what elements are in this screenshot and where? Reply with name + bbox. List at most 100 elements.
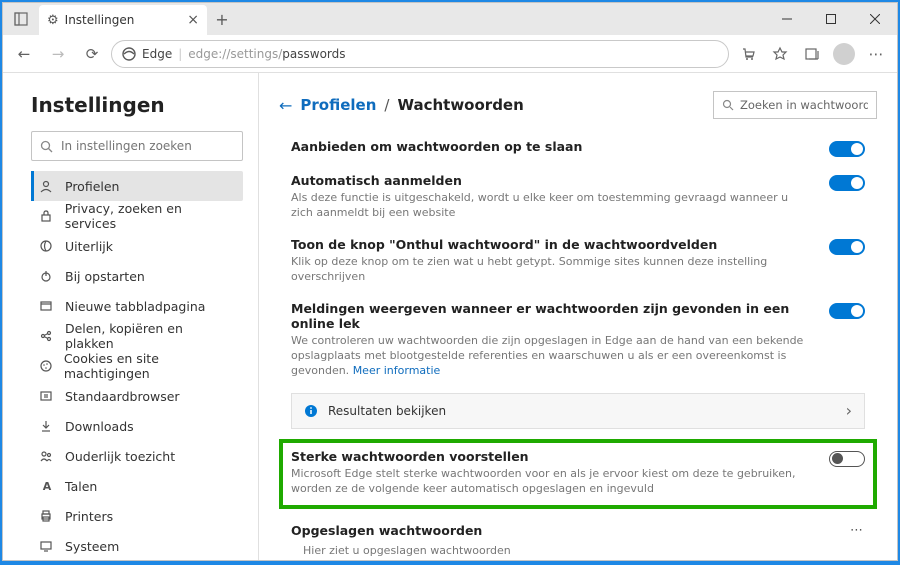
edge-logo-icon bbox=[122, 47, 136, 61]
new-tab-button[interactable]: + bbox=[207, 10, 237, 29]
more-button[interactable]: ⋯ bbox=[850, 523, 865, 538]
setting-reveal-title: Toon de knop "Onthul wachtwoord" in de w… bbox=[291, 237, 809, 252]
sidebar-item-downloads[interactable]: Downloads bbox=[31, 411, 243, 441]
header-search-placeholder: Zoeken in wachtwoorde bbox=[740, 98, 868, 112]
browser-tab[interactable]: ⚙ Instellingen × bbox=[39, 5, 207, 35]
sidebar-item-ouderlijk[interactable]: Ouderlijk toezicht bbox=[31, 441, 243, 471]
download-icon bbox=[39, 419, 55, 433]
sidebar-item-opstarten[interactable]: Bij opstarten bbox=[31, 261, 243, 291]
setting-reveal-desc: Klik op deze knop om te zien wat u hebt … bbox=[291, 254, 809, 285]
newtab-icon bbox=[39, 299, 55, 313]
setting-leak-link[interactable]: Meer informatie bbox=[353, 364, 441, 377]
sidebar-item-uiterlijk[interactable]: Uiterlijk bbox=[31, 231, 243, 261]
sidebar-item-systeem[interactable]: Systeem bbox=[31, 531, 243, 560]
saved-passwords-sub: Hier ziet u opgeslagen wachtwoorden bbox=[279, 542, 877, 560]
sidebar-item-nieuwtab[interactable]: Nieuwe tabbladpagina bbox=[31, 291, 243, 321]
favorites-icon[interactable] bbox=[765, 39, 795, 69]
sidebar-item-standaard[interactable]: Standaardbrowser bbox=[31, 381, 243, 411]
sidebar-item-profielen[interactable]: Profielen bbox=[31, 171, 243, 201]
sidebar-item-label: Profielen bbox=[65, 179, 119, 194]
search-icon bbox=[40, 140, 53, 153]
forward-button: → bbox=[43, 39, 73, 69]
settings-sidebar: Instellingen Profielen Privacy, zoeken e… bbox=[3, 73, 258, 560]
header-search[interactable]: Zoeken in wachtwoorde bbox=[713, 91, 877, 119]
breadcrumb-current: Wachtwoorden bbox=[397, 96, 523, 114]
sidebar-item-label: Uiterlijk bbox=[65, 239, 113, 254]
toggle-strong[interactable] bbox=[829, 451, 865, 467]
address-url-dim: edge://settings/ bbox=[188, 47, 282, 61]
app-menu-icon[interactable] bbox=[3, 12, 39, 26]
sidebar-search[interactable] bbox=[31, 131, 243, 161]
back-button[interactable]: ← bbox=[9, 39, 39, 69]
settings-main: ← Profielen / Wachtwoorden Zoeken in wac… bbox=[259, 73, 897, 560]
sidebar-item-label: Privacy, zoeken en services bbox=[65, 201, 235, 231]
sidebar-item-label: Delen, kopiëren en plakken bbox=[65, 321, 235, 351]
sidebar-item-label: Printers bbox=[65, 509, 113, 524]
lock-icon bbox=[39, 209, 55, 223]
close-window-button[interactable] bbox=[853, 3, 897, 35]
breadcrumb-sep: / bbox=[384, 96, 389, 114]
tab-label: Instellingen bbox=[65, 13, 182, 27]
shopping-icon[interactable] bbox=[733, 39, 763, 69]
sidebar-item-label: Downloads bbox=[65, 419, 134, 434]
sidebar-item-label: Talen bbox=[65, 479, 97, 494]
toolbar: ← → ⟳ Edge | edge://settings/passwords ⋯ bbox=[3, 35, 897, 73]
sidebar-item-printers[interactable]: Printers bbox=[31, 501, 243, 531]
close-tab-icon[interactable]: × bbox=[187, 12, 199, 28]
profile-icon bbox=[39, 179, 55, 193]
app-window: ⚙ Instellingen × + ← → ⟳ Edge | edge://s… bbox=[2, 2, 898, 561]
info-icon bbox=[304, 404, 318, 418]
sidebar-item-label: Standaardbrowser bbox=[65, 389, 180, 404]
collections-icon[interactable] bbox=[797, 39, 827, 69]
sidebar-item-label: Nieuwe tabbladpagina bbox=[65, 299, 205, 314]
printer-icon bbox=[39, 509, 55, 523]
family-icon bbox=[39, 449, 55, 463]
cookie-icon bbox=[39, 359, 54, 373]
profile-avatar[interactable] bbox=[829, 39, 859, 69]
setting-strong-desc: Microsoft Edge stelt sterke wachtwoorden… bbox=[291, 466, 809, 497]
lang-icon: A bbox=[39, 478, 55, 494]
share-icon bbox=[39, 329, 55, 343]
sidebar-title: Instellingen bbox=[31, 93, 243, 117]
sidebar-item-label: Cookies en site machtigingen bbox=[64, 351, 235, 381]
address-url-dark: passwords bbox=[282, 47, 345, 61]
toggle-auto-signin[interactable] bbox=[829, 175, 865, 191]
sidebar-item-delen[interactable]: Delen, kopiëren en plakken bbox=[31, 321, 243, 351]
system-icon bbox=[39, 539, 55, 553]
address-scheme: Edge bbox=[142, 47, 172, 61]
sidebar-item-label: Bij opstarten bbox=[65, 269, 145, 284]
results-bar[interactable]: Resultaten bekijken › bbox=[291, 393, 865, 429]
breadcrumb-link[interactable]: Profielen bbox=[300, 96, 376, 114]
sidebar-search-input[interactable] bbox=[61, 139, 234, 153]
chevron-right-icon: › bbox=[846, 401, 852, 420]
sidebar-item-privacy[interactable]: Privacy, zoeken en services bbox=[31, 201, 243, 231]
results-label: Resultaten bekijken bbox=[328, 404, 446, 418]
appearance-icon bbox=[39, 239, 55, 253]
breadcrumb-back-button[interactable]: ← bbox=[279, 96, 292, 115]
setting-offer-save-title: Aanbieden om wachtwoorden op te slaan bbox=[291, 139, 809, 154]
sidebar-item-talen[interactable]: A Talen bbox=[31, 471, 243, 501]
maximize-button[interactable] bbox=[809, 3, 853, 35]
refresh-button[interactable]: ⟳ bbox=[77, 39, 107, 69]
highlight-strong-passwords: Sterke wachtwoorden voorstellen Microsof… bbox=[279, 439, 877, 509]
setting-auto-signin-desc: Als deze functie is uitgeschakeld, wordt… bbox=[291, 190, 809, 221]
minimize-button[interactable] bbox=[765, 3, 809, 35]
setting-leak-title: Meldingen weergeven wanneer er wachtwoor… bbox=[291, 301, 809, 331]
default-icon bbox=[39, 389, 55, 403]
sidebar-item-cookies[interactable]: Cookies en site machtigingen bbox=[31, 351, 243, 381]
sidebar-item-label: Systeem bbox=[65, 539, 119, 554]
power-icon bbox=[39, 269, 55, 283]
search-icon bbox=[722, 99, 734, 111]
titlebar: ⚙ Instellingen × + bbox=[3, 3, 897, 35]
setting-strong-title: Sterke wachtwoorden voorstellen bbox=[291, 449, 809, 464]
setting-auto-signin-title: Automatisch aanmelden bbox=[291, 173, 809, 188]
toggle-reveal[interactable] bbox=[829, 239, 865, 255]
menu-button[interactable]: ⋯ bbox=[861, 39, 891, 69]
sidebar-nav: Profielen Privacy, zoeken en services Ui… bbox=[31, 171, 243, 560]
toggle-offer-save[interactable] bbox=[829, 141, 865, 157]
sidebar-item-label: Ouderlijk toezicht bbox=[65, 449, 175, 464]
gear-icon: ⚙ bbox=[47, 13, 59, 28]
saved-passwords-title: Opgeslagen wachtwoorden bbox=[291, 523, 482, 538]
address-bar[interactable]: Edge | edge://settings/passwords bbox=[111, 40, 729, 68]
toggle-leak[interactable] bbox=[829, 303, 865, 319]
